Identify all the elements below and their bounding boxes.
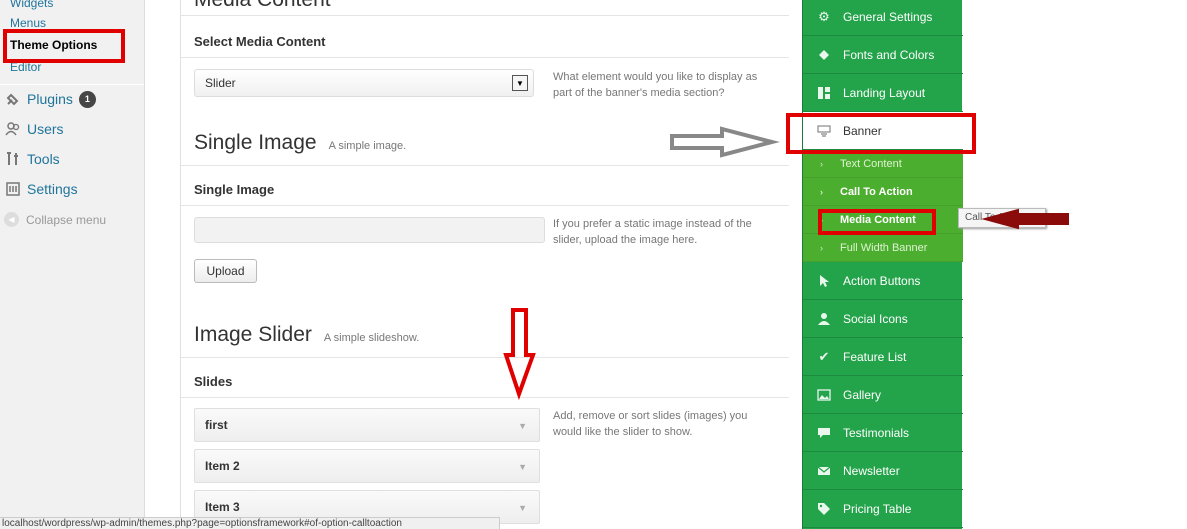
section-subtitle: A simple image. (328, 140, 407, 152)
section-divider (181, 165, 789, 166)
menu-item-settings[interactable]: Settings (0, 174, 144, 204)
expand-arrow-icon[interactable]: ▼ (518, 421, 527, 431)
tag-icon (816, 501, 832, 517)
annotation-box-media-content (818, 209, 936, 235)
slide-title: first (205, 418, 228, 432)
field-divider (181, 57, 789, 58)
menu-sub-widgets[interactable]: Widgets (10, 0, 53, 10)
image-icon (816, 387, 832, 403)
nav-action-buttons[interactable]: Action Buttons (803, 262, 963, 300)
wp-admin-menu: Widgets Menus Theme Options Editor Plugi… (0, 0, 145, 529)
tools-icon (4, 150, 22, 168)
section-subtitle: A simple slideshow. (323, 332, 420, 344)
upload-button[interactable]: Upload (194, 259, 257, 283)
nav-landing-layout[interactable]: Landing Layout (803, 74, 963, 112)
options-nav: ⚙ General Settings Fonts and Colors Land… (802, 0, 963, 529)
nav-social-icons[interactable]: Social Icons (803, 300, 963, 338)
field-label-select-media: Select Media Content (194, 34, 326, 49)
nav-general-settings[interactable]: ⚙ General Settings (803, 0, 963, 36)
nav-label: Fonts and Colors (843, 47, 935, 62)
slide-item[interactable]: Item 2 ▼ (194, 449, 540, 483)
slide-title: Item 3 (205, 500, 240, 514)
chevron-right-icon: › (820, 242, 823, 253)
menu-item-label: Users (27, 121, 64, 137)
nav-label: Action Buttons (843, 273, 921, 288)
expand-arrow-icon[interactable]: ▼ (518, 462, 527, 472)
collapse-arrow-icon: ◀ (4, 212, 19, 227)
nav-pricing-table[interactable]: Pricing Table (803, 490, 963, 528)
nav-newsletter[interactable]: Newsletter (803, 452, 963, 490)
nav-sub-label: Full Width Banner (840, 241, 928, 254)
slide-item[interactable]: first ▼ (194, 408, 540, 442)
nav-label: Pricing Table (843, 501, 912, 516)
nav-label: Newsletter (843, 463, 900, 478)
menu-item-label: Plugins (27, 91, 73, 107)
settings-icon (4, 180, 22, 198)
users-icon (4, 120, 22, 138)
menu-sub-menus[interactable]: Menus (10, 16, 46, 30)
nav-sub-label: Call To Action (840, 185, 913, 198)
menu-item-plugins[interactable]: Plugins 1 (0, 84, 144, 114)
select-value: Slider (205, 76, 236, 90)
nav-feature-list[interactable]: ✔ Feature List (803, 338, 963, 376)
nav-label: Testimonials (843, 425, 910, 440)
nav-testimonials[interactable]: Testimonials (803, 414, 963, 452)
envelope-icon (816, 463, 832, 479)
single-image-input[interactable] (194, 217, 545, 243)
cursor-icon (816, 273, 832, 289)
annotation-box-banner (786, 113, 976, 154)
section-title-image-slider: Image Slider A simple slideshow. (194, 323, 419, 347)
nav-fonts-colors[interactable]: Fonts and Colors (803, 36, 963, 74)
paint-bucket-icon (816, 47, 832, 63)
nav-label: Gallery (843, 387, 882, 402)
person-icon (816, 311, 832, 327)
nav-label: Landing Layout (843, 85, 926, 100)
menu-item-tools[interactable]: Tools (0, 144, 144, 174)
section-title-text: Single Image (194, 131, 317, 154)
annotation-box-theme-options (3, 29, 125, 63)
collapse-menu-label: Collapse menu (26, 212, 107, 227)
field-description: If you prefer a static image instead of … (553, 218, 752, 246)
options-content: Media Content Select Media Content Slide… (180, 0, 789, 529)
browser-status-bar: localhost/wordpress/wp-admin/themes.php?… (0, 517, 500, 529)
menu-item-label: Tools (27, 151, 60, 167)
expand-arrow-icon[interactable]: ▼ (518, 503, 527, 513)
checkmark-icon: ✔ (818, 348, 830, 364)
field-description: Add, remove or sort slides (images) you … (553, 410, 748, 438)
field-divider (181, 397, 789, 398)
layout-icon (816, 85, 832, 101)
field-label-single-image: Single Image (194, 182, 275, 197)
collapse-menu-button[interactable]: ◀ Collapse menu (4, 212, 106, 227)
gear-icon: ⚙ (818, 8, 830, 24)
nav-label: General Settings (843, 9, 933, 24)
nav-tooltip: Call To Action (958, 208, 1046, 228)
field-divider (181, 205, 789, 206)
nav-label: Social Icons (843, 311, 908, 326)
nav-label: Feature List (843, 349, 907, 364)
nav-sub-text-content[interactable]: › Text Content (803, 150, 963, 178)
slide-title: Item 2 (205, 459, 240, 473)
section-title-media-content: Media Content (194, 0, 331, 12)
plug-icon (4, 90, 22, 108)
section-title-text: Image Slider (194, 323, 312, 346)
nav-sub-call-to-action[interactable]: › Call To Action (803, 178, 963, 206)
section-divider (181, 357, 789, 358)
dropdown-arrow-icon[interactable]: ▼ (512, 75, 528, 91)
speech-bubble-icon (816, 425, 832, 441)
field-description: What element would you like to display a… (553, 71, 758, 99)
nav-sub-full-width-banner[interactable]: › Full Width Banner (803, 234, 963, 262)
section-divider (181, 15, 789, 16)
menu-item-users[interactable]: Users (0, 114, 144, 144)
chevron-right-icon: › (820, 158, 823, 169)
chevron-right-icon: › (820, 186, 823, 197)
field-label-slides: Slides (194, 374, 233, 389)
media-content-select[interactable]: Slider ▼ (194, 69, 534, 97)
nav-gallery[interactable]: Gallery (803, 376, 963, 414)
section-title-single-image: Single Image A simple image. (194, 131, 406, 155)
nav-sub-label: Text Content (840, 157, 902, 170)
update-count-badge: 1 (78, 90, 96, 108)
menu-item-label: Settings (27, 181, 78, 197)
